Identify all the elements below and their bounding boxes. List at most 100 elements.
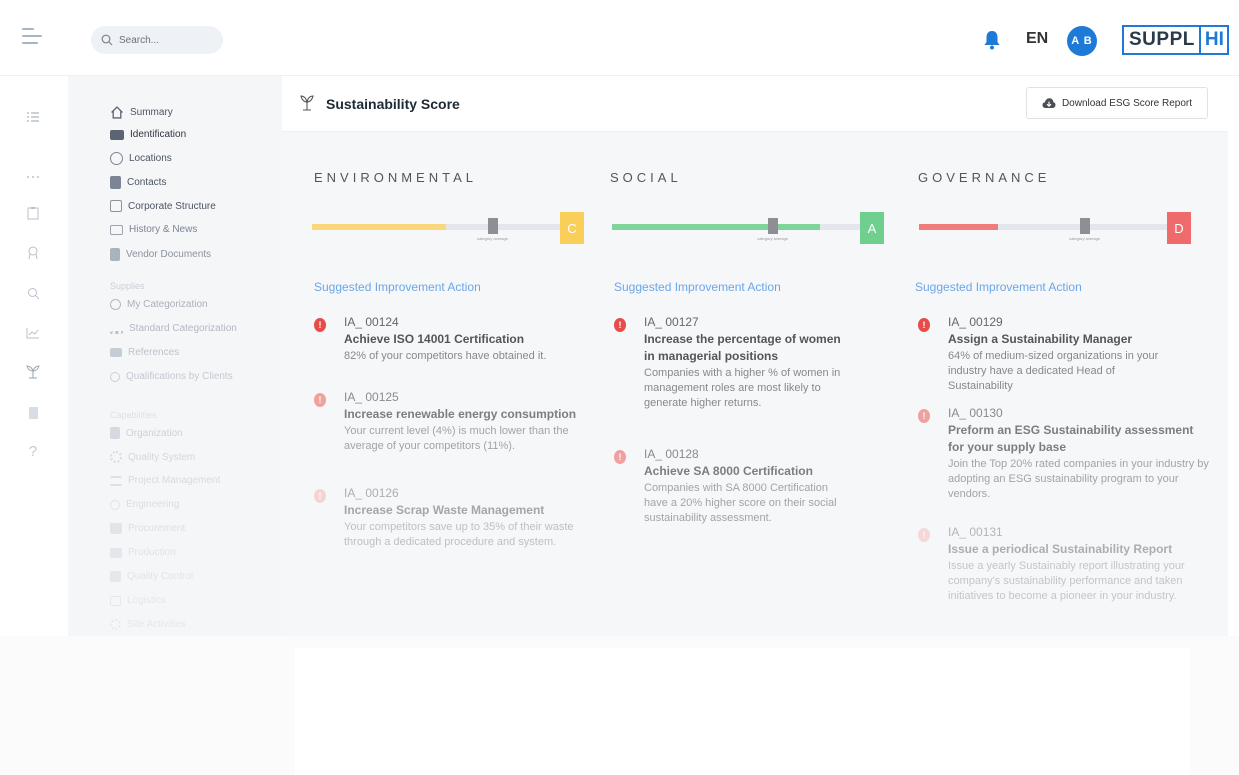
alert-icon: ! [314,489,326,503]
help-icon[interactable]: ? [24,442,42,460]
action-item[interactable]: ! IA_ 00127 Increase the percentage of w… [614,315,884,415]
home-icon [111,106,123,119]
sidebar-item-label: Locations [129,153,172,164]
action-item[interactable]: ! IA_ 00131 Issue a periodical Sustainab… [918,525,1188,615]
category-average-label: category average [1069,236,1101,241]
action-item[interactable]: ! IA_ 00129 Assign a Sustainability Mana… [918,315,1188,392]
search-icon[interactable] [24,284,42,302]
building-icon [110,200,122,212]
panel-header: Sustainability Score Download ESG Score … [282,76,1228,132]
grade-badge: D [1167,212,1191,244]
sidebar-item-project-management[interactable]: Project Management [110,475,220,486]
news-icon [110,224,123,235]
alert-icon: ! [314,393,326,407]
contacts-icon [110,176,121,189]
action-item[interactable]: ! IA_ 00125 Increase renewable energy co… [314,390,584,460]
sidebar-item-label: Production [128,547,176,558]
sidebar-section-supplies: Supplies [110,281,145,291]
action-description: Your competitors save up to 35% of their… [344,521,574,548]
suggested-actions-heading: Suggested Improvement Action [614,280,781,294]
environmental-column: ENVIRONMENTAL category average C Suggest… [282,132,584,632]
sidebar-item-site-activities[interactable]: Site Activities [110,619,186,630]
sidebar-item-logistics[interactable]: Logistics [110,595,166,606]
language-selector[interactable]: EN [1026,30,1048,48]
column-heading: SOCIAL [610,170,682,185]
sidebar-item-quality-system[interactable]: Quality System [110,451,195,463]
avatar[interactable]: A B [1067,26,1097,56]
action-title: Achieve ISO 14001 Certification [344,332,525,346]
sidebar-item-procurement[interactable]: Procurement [110,523,185,534]
action-description: Your current level (4%) is much lower th… [344,425,569,452]
clipboard-icon[interactable] [24,204,42,222]
category-average-marker [1080,218,1091,234]
document-icon[interactable] [24,404,42,422]
procurement-icon [110,523,122,534]
sidebar-item-production[interactable]: Production [110,547,176,558]
action-description: 82% of your competitors have obtained it… [344,350,547,362]
sidebar-item-corporate-structure[interactable]: Corporate Structure [110,200,216,212]
action-title: Increase renewable energy consumption [344,407,577,421]
download-report-button[interactable]: Download ESG Score Report [1026,87,1208,119]
action-item[interactable]: ! IA_ 00126 Increase Scrap Waste Managem… [314,486,584,566]
menu-icon[interactable] [22,28,44,46]
search-input[interactable] [119,34,219,46]
alert-icon: ! [918,409,930,423]
action-title: Issue a periodical Sustainability Report [948,542,1173,556]
sidebar-item-organization[interactable]: Organization [110,427,183,439]
factory-icon [110,547,122,558]
sidebar-item-my-categorization[interactable]: My Categorization [110,299,208,310]
cloud-download-icon [1042,98,1056,108]
checklist-icon[interactable] [24,109,42,127]
score-bar: category average D [919,212,1191,246]
action-code: IA_ 00128 [644,447,699,461]
sidebar-item-label: Project Management [128,475,221,486]
sidebar-item-engineering[interactable]: Engineering [110,499,179,510]
sidebar-item-vendor-documents[interactable]: Vendor Documents [110,248,211,261]
gear-icon [110,451,122,463]
action-description: Issue a yearly Sustainably report illust… [948,560,1185,602]
action-code: IA_ 00129 [948,315,1003,329]
action-description: Join the Top 20% rated companies in your… [948,458,1209,500]
leaf-icon[interactable] [24,363,42,381]
sidebar-item-locations[interactable]: Locations [110,152,172,165]
supplhi-logo: SUPPL HI [1122,25,1229,55]
action-description: Companies with SA 8000 Certification hav… [644,482,837,524]
category-average-label: category average [757,236,789,241]
notification-bell-icon[interactable] [983,30,1001,50]
sidebar-item-references[interactable]: References [110,347,179,358]
alert-icon: ! [918,528,930,542]
action-item[interactable]: ! IA_ 00130 Preform an ESG Sustainabilit… [918,406,1209,506]
chart-icon[interactable] [24,324,42,342]
sidebar-item-label: Engineering [126,499,180,510]
sidebar-item-label: History & News [129,224,198,235]
sidebar-item-contacts[interactable]: Contacts [110,176,166,189]
sidebar-item-standard-categorization[interactable]: Standard Categorization [110,323,237,334]
action-code: IA_ 00126 [344,486,399,500]
action-title: Assign a Sustainability Manager [948,332,1133,346]
action-code: IA_ 00124 [344,315,399,329]
score-bar: category average C [312,212,584,246]
sidebar-item-qualifications[interactable]: Qualifications by Clients [110,371,233,382]
alert-icon: ! [614,450,626,464]
folder-icon [110,348,122,357]
truck-icon [110,595,121,606]
sidebar-item-label: Logistics [127,595,166,606]
sidebar-item-summary[interactable]: Summary [110,106,173,119]
sidebar-item-identification[interactable]: Identification [110,129,186,140]
action-item[interactable]: ! IA_ 00128 Achieve SA 8000 Certificatio… [614,447,884,527]
action-code: IA_ 00127 [644,315,699,329]
column-heading: ENVIRONMENTAL [314,170,477,185]
sidebar-item-label: Procurement [128,523,186,534]
sidebar-item-label: Qualifications by Clients [126,371,233,382]
sidebar-item-quality-control[interactable]: Quality Control [110,571,193,582]
alert-icon: ! [918,318,930,332]
search-icon [101,34,113,46]
action-item[interactable]: ! IA_ 00124 Achieve ISO 14001 Certificat… [314,315,584,375]
sidebar-item-history-news[interactable]: History & News [110,224,197,235]
dots-icon[interactable] [24,168,42,186]
social-column: SOCIAL category average A Suggested Impr… [582,132,884,632]
award-icon[interactable] [24,244,42,262]
search-box[interactable] [91,26,223,54]
icon-rail: ? [0,76,68,636]
site-icon [110,619,121,630]
